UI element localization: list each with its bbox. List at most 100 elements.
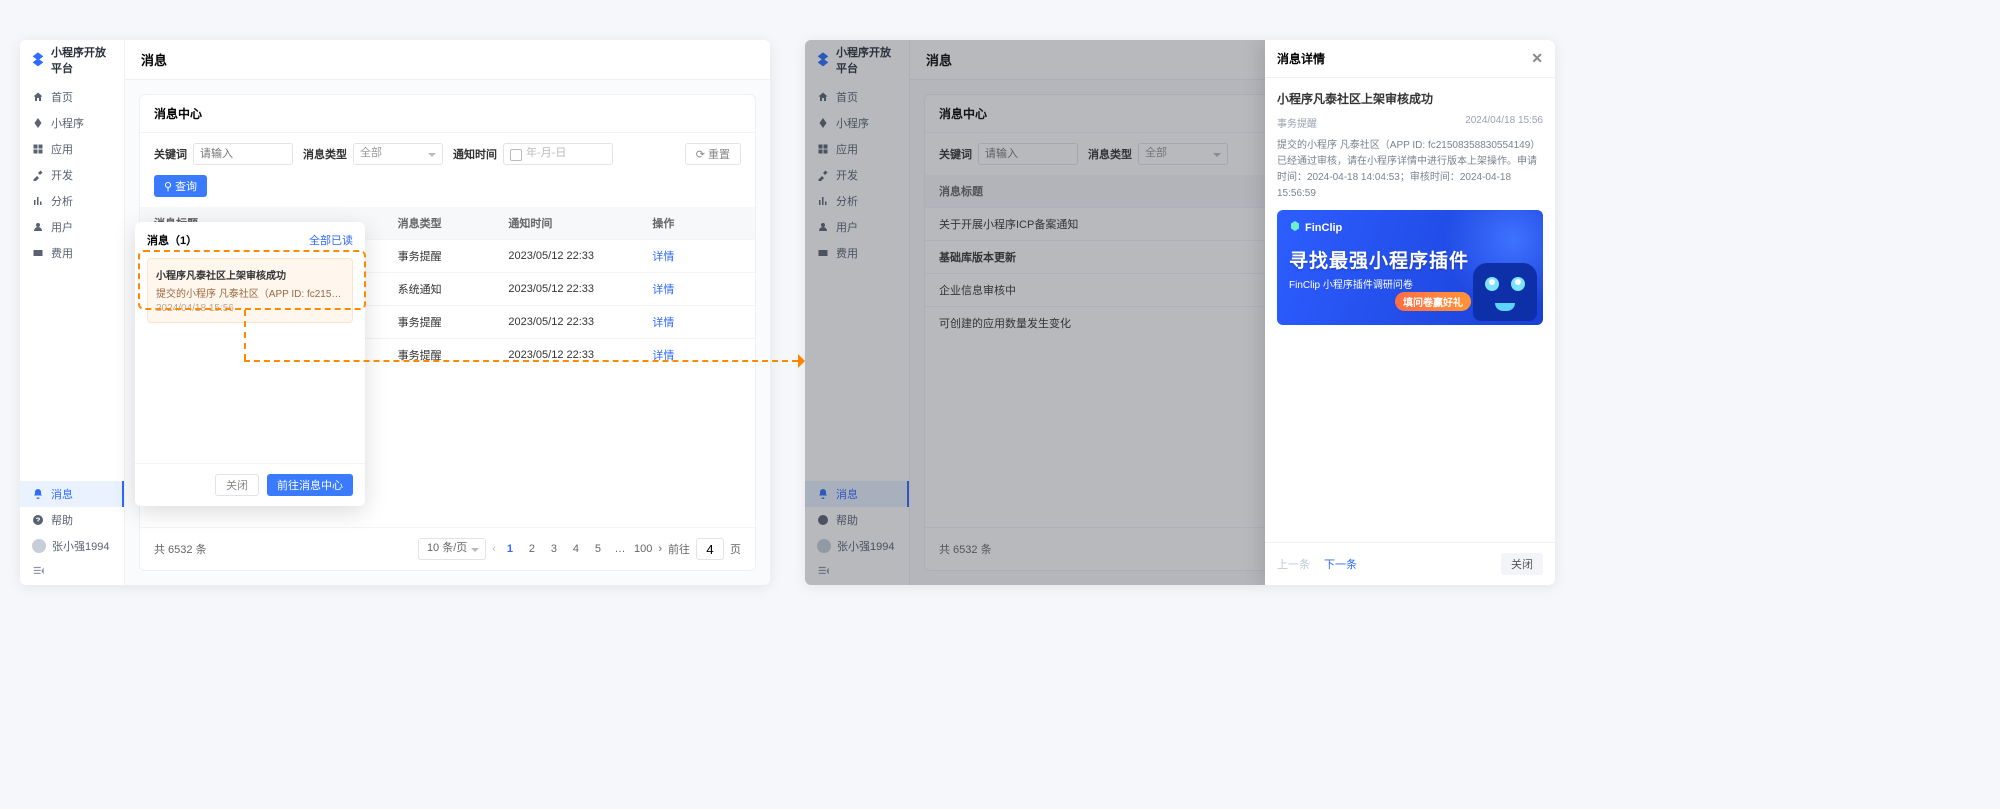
nav-label: 消息 xyxy=(51,486,73,502)
brand-text: 小程序开放平台 xyxy=(51,44,114,76)
date-input[interactable]: 年-月-日 xyxy=(503,143,613,165)
goto-label: 前往 xyxy=(668,541,690,557)
collapse-icon xyxy=(32,564,46,581)
col-time: 通知时间 xyxy=(508,215,652,231)
btn-label: 关闭 xyxy=(226,477,248,493)
collapse-sidebar[interactable] xyxy=(20,559,124,585)
help-icon xyxy=(817,514,829,526)
page-number[interactable]: 3 xyxy=(546,543,562,555)
cell: 系统通知 xyxy=(398,281,509,297)
banner-headline: 寻找最强小程序插件 xyxy=(1289,246,1469,273)
brand: 小程序开放平台 xyxy=(805,40,909,80)
prev-message[interactable]: 上一条 xyxy=(1277,556,1310,572)
nav-analysis[interactable]: 分析 xyxy=(805,188,909,214)
nav-help[interactable]: 帮助 xyxy=(805,507,909,533)
grid-icon xyxy=(817,143,829,155)
detail-drawer: 消息详情 ✕ 小程序凡泰社区上架审核成功 事务提醒 2024/04/18 15:… xyxy=(1265,40,1555,585)
drawer-close-icon[interactable]: ✕ xyxy=(1531,50,1543,67)
page-number[interactable]: 100 xyxy=(634,543,652,555)
popup-goto-center[interactable]: 前往消息中心 xyxy=(267,474,353,496)
user-icon xyxy=(817,221,829,233)
nav-dev[interactable]: 开发 xyxy=(20,162,124,188)
keyword-input[interactable] xyxy=(978,143,1078,165)
nav-messages[interactable]: 消息 xyxy=(805,481,909,507)
current-user[interactable]: 张小强1994 xyxy=(20,533,124,559)
keyword-input[interactable] xyxy=(193,143,293,165)
nav-home[interactable]: 首页 xyxy=(805,84,909,110)
page-number[interactable]: 4 xyxy=(568,543,584,555)
nav-users[interactable]: 用户 xyxy=(20,214,124,240)
app-left: 小程序开放平台 首页 小程序 应用 开发 分析 用户 费用 消息 帮助 张小强1… xyxy=(20,40,770,585)
banner-brand: FinClip xyxy=(1289,220,1342,235)
mascot-icon xyxy=(1473,263,1537,321)
sidebar: 小程序开放平台 首页 小程序 应用 开发 分析 用户 费用 消息 帮助 张小强1… xyxy=(20,40,125,585)
nav-label: 首页 xyxy=(836,89,858,105)
nav-cost[interactable]: 费用 xyxy=(20,240,124,266)
detail-link[interactable]: 详情 xyxy=(652,347,741,363)
query-button[interactable]: ⚲查询 xyxy=(154,175,207,197)
current-user[interactable]: 张小强1994 xyxy=(805,533,909,559)
nav-mini[interactable]: 小程序 xyxy=(20,110,124,136)
btn-label: 关闭 xyxy=(1511,556,1533,572)
nav-help[interactable]: 帮助 xyxy=(20,507,124,533)
nav-label: 帮助 xyxy=(51,512,73,528)
nav-analysis[interactable]: 分析 xyxy=(20,188,124,214)
type-select[interactable]: 全部 xyxy=(353,143,443,165)
nav-label: 应用 xyxy=(836,141,858,157)
nav-app[interactable]: 应用 xyxy=(20,136,124,162)
popup-title: 消息（1） xyxy=(147,232,197,248)
nav-messages[interactable]: 消息 xyxy=(20,481,124,507)
next-page[interactable]: › xyxy=(658,543,662,555)
nav-label: 开发 xyxy=(51,167,73,183)
page-number[interactable]: 1 xyxy=(502,543,518,555)
nav-users[interactable]: 用户 xyxy=(805,214,909,240)
nav-cost[interactable]: 费用 xyxy=(805,240,909,266)
goto-input[interactable] xyxy=(696,538,724,560)
type-select[interactable]: 全部 xyxy=(1138,143,1228,165)
page-number[interactable]: 5 xyxy=(590,543,606,555)
collapse-sidebar[interactable] xyxy=(805,559,909,585)
mark-all-read[interactable]: 全部已读 xyxy=(309,232,353,248)
nav-label: 小程序 xyxy=(51,115,84,131)
banner-subtext: FinClip 小程序插件调研问卷 xyxy=(1289,276,1413,291)
page-size-select[interactable]: 10 条/页 xyxy=(418,538,486,560)
drawer-close-button[interactable]: 关闭 xyxy=(1501,553,1543,575)
nav-dev[interactable]: 开发 xyxy=(805,162,909,188)
page-title: 消息 xyxy=(141,50,167,69)
total-count: 共 6532 条 xyxy=(939,541,992,557)
popup-item[interactable]: 小程序凡泰社区上架审核成功 提交的小程序 凡泰社区（APP ID: fc2150… xyxy=(147,258,353,323)
popup-close[interactable]: 关闭 xyxy=(215,474,259,496)
reset-label: 重置 xyxy=(708,146,730,162)
nav-label: 分析 xyxy=(51,193,73,209)
nav-label: 小程序 xyxy=(836,115,869,131)
nav-label: 分析 xyxy=(836,193,858,209)
promo-banner[interactable]: FinClip 寻找最强小程序插件 FinClip 小程序插件调研问卷 填问卷赢… xyxy=(1277,210,1543,325)
detail-link[interactable]: 详情 xyxy=(652,248,741,264)
detail-link[interactable]: 详情 xyxy=(652,281,741,297)
banner-pill: 填问卷赢好礼 xyxy=(1395,292,1471,311)
nav-label: 费用 xyxy=(836,245,858,261)
type-value: 全部 xyxy=(1145,147,1167,159)
collapse-icon xyxy=(817,564,831,581)
nav-label: 首页 xyxy=(51,89,73,105)
next-message[interactable]: 下一条 xyxy=(1324,556,1357,572)
tool-icon xyxy=(32,169,44,181)
pagination: 10 条/页 ‹ 1 2 3 4 5 … 100 › 前往 页 xyxy=(418,538,741,560)
cell: 事务提醒 xyxy=(398,248,509,264)
nav-mini[interactable]: 小程序 xyxy=(805,110,909,136)
detail-link[interactable]: 详情 xyxy=(652,314,741,330)
date-placeholder: 年-月-日 xyxy=(526,147,566,159)
nav-home[interactable]: 首页 xyxy=(20,84,124,110)
type-label: 消息类型 xyxy=(1088,146,1132,162)
wallet-icon xyxy=(32,247,44,259)
page-unit: 页 xyxy=(730,541,741,557)
prev-page[interactable]: ‹ xyxy=(492,543,496,555)
filter-bar: 关键词 消息类型全部 通知时间年-月-日 ⟳重置 ⚲查询 xyxy=(140,133,755,207)
reset-button[interactable]: ⟳重置 xyxy=(685,143,741,165)
query-label: 查询 xyxy=(175,178,197,194)
nav-app[interactable]: 应用 xyxy=(805,136,909,162)
chart-icon xyxy=(32,195,44,207)
page-number[interactable]: 2 xyxy=(524,543,540,555)
nav-label: 用户 xyxy=(51,219,73,235)
nav-label: 开发 xyxy=(836,167,858,183)
